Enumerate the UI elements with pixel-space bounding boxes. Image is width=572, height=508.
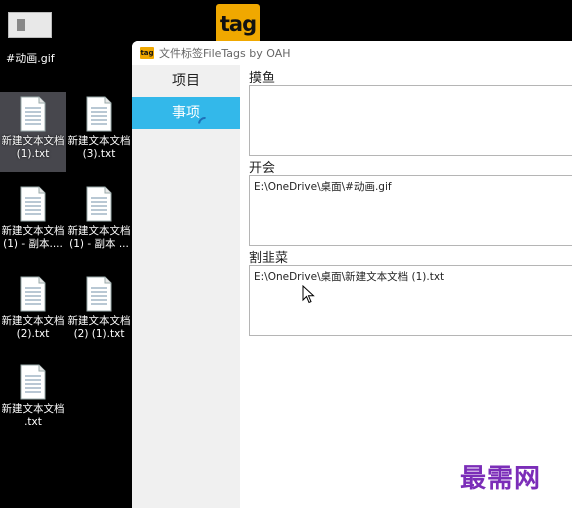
- text-file-icon: [86, 186, 112, 222]
- text-file-icon: [86, 276, 112, 312]
- desktop-file-label: 新建文本文档 (3).txt: [67, 135, 131, 160]
- app-logo-icon: tag: [140, 47, 154, 59]
- gif-file-label: #动画.gif: [6, 52, 55, 65]
- desktop-file-label: 新建文本文档 (2).txt: [1, 315, 65, 340]
- text-file-icon: [20, 276, 46, 312]
- desktop-file-icon[interactable]: 新建文本文档 (1) - 副本....: [0, 182, 66, 251]
- sidebar-item-projects[interactable]: 项目: [132, 65, 240, 97]
- gif-file-icon[interactable]: [8, 12, 52, 38]
- file-path-item[interactable]: E:\OneDrive\桌面\#动画.gif: [254, 179, 572, 194]
- sidebar-item-label: 项目: [172, 73, 200, 89]
- group-label-leek: 割韭菜: [249, 251, 289, 266]
- mouse-cursor-icon: [302, 285, 315, 304]
- desktop-file-label: 新建文本文档 (1).txt: [1, 135, 65, 160]
- desktop-file-label: 新建文本文档 .txt: [1, 403, 65, 428]
- sidebar-item-matters[interactable]: 事项: [132, 97, 240, 134]
- watermark: 最需网: [460, 464, 542, 494]
- group-label-moyu: 摸鱼: [249, 71, 276, 86]
- desktop-file-label: 新建文本文档 (1) - 副本....: [1, 225, 65, 250]
- group-box-moyu[interactable]: [249, 85, 572, 156]
- title-bar[interactable]: tag 文件标签FileTags by OAH: [132, 41, 572, 65]
- text-file-icon: [86, 96, 112, 132]
- desktop-file-icon[interactable]: 新建文本文档 (2).txt: [0, 272, 66, 341]
- text-file-icon: [20, 186, 46, 222]
- desktop-file-icon[interactable]: 新建文本文档 (3).txt: [66, 92, 132, 161]
- window-title: 文件标签FileTags by OAH: [159, 47, 291, 60]
- text-file-icon: [20, 364, 46, 400]
- sidebar: 项目 事项: [132, 65, 240, 508]
- tag-groups-panel: 摸鱼 开会 E:\OneDrive\桌面\#动画.gif 割韭菜 E:\OneD…: [240, 65, 572, 508]
- desktop-file-label: 新建文本文档 (2) (1).txt: [67, 315, 131, 340]
- desktop-file-label: 新建文本文档 (1) - 副本 ...: [67, 225, 131, 250]
- sidebar-item-label: 事项: [172, 105, 200, 121]
- desktop-file-icon[interactable]: 新建文本文档 .txt: [0, 360, 66, 429]
- group-box-leek[interactable]: E:\OneDrive\桌面\新建文本文档 (1).txt: [249, 265, 572, 336]
- desktop-file-icon[interactable]: 新建文本文档 (1).txt: [0, 92, 66, 172]
- desktop-file-icon[interactable]: 新建文本文档 (1) - 副本 ...: [66, 182, 132, 251]
- file-path-item[interactable]: E:\OneDrive\桌面\新建文本文档 (1).txt: [254, 269, 572, 284]
- desktop-file-icon[interactable]: 新建文本文档 (2) (1).txt: [66, 272, 132, 341]
- group-box-meeting[interactable]: E:\OneDrive\桌面\#动画.gif: [249, 175, 572, 246]
- filetags-window: tag 文件标签FileTags by OAH 项目 事项 摸鱼 开会 E:\O…: [132, 41, 572, 508]
- group-label-meeting: 开会: [249, 161, 276, 176]
- text-file-icon: [20, 96, 46, 132]
- filetags-logo-icon[interactable]: tag: [216, 4, 260, 44]
